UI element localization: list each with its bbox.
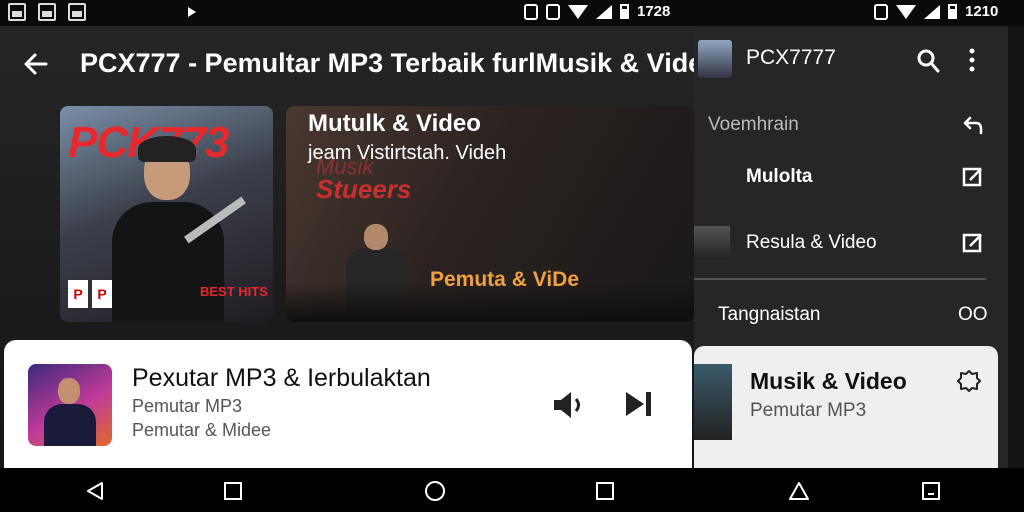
status-bar: 1728 1210: [0, 0, 1024, 26]
recents-nav-icon-2[interactable]: [594, 480, 616, 502]
gallery-notification-icon: [8, 3, 26, 21]
now-playing-subtitle: Pemutar MP3: [132, 396, 243, 416]
undo-icon[interactable]: [962, 114, 984, 136]
settings-icon[interactable]: [956, 368, 982, 394]
artist-hat: [138, 136, 196, 162]
screen: 1728 1210 PCX777 - Pemultar MP3 Terbaik …: [0, 0, 1024, 512]
status-indicators-main: 1728: [524, 3, 670, 20]
feature-caption: Pemuta & ViDe: [430, 268, 579, 291]
side-item-thumbnail: [694, 226, 730, 260]
open-external-icon[interactable]: [962, 232, 984, 254]
divider: [694, 278, 986, 280]
side-item[interactable]: Tangnaistan OO: [694, 294, 1008, 334]
side-card-title: Musik & Video: [750, 368, 907, 394]
now-playing-title: Pexutar MP3 & Ierbulaktan: [132, 364, 431, 392]
side-panel-title: PCX7777: [746, 46, 836, 69]
wifi-icon: [896, 4, 916, 19]
feature-subtitle: jeam Vistirtstah. Videh: [308, 142, 507, 164]
page-title: PCX777 - Pemultar MP3 Terbaik furlMusik …: [80, 48, 694, 78]
search-icon[interactable]: [916, 48, 940, 74]
poster-text: Stueers: [316, 174, 412, 204]
play-notification-icon: [188, 7, 196, 17]
side-card-subtitle: Pemutar MP3: [750, 400, 867, 421]
window-nav-icon[interactable]: [920, 480, 942, 502]
shield-icon: [874, 3, 888, 20]
navigation-bar: [0, 468, 1024, 512]
side-item-label: Mulolta: [746, 166, 813, 187]
side-item[interactable]: Voemhrain: [694, 104, 1008, 144]
avatar: [698, 40, 732, 78]
side-card-art: [694, 364, 732, 440]
now-playing-art: [28, 364, 112, 446]
nfc-icon: [524, 3, 538, 20]
side-item[interactable]: Mulolta: [694, 156, 1008, 196]
side-panel: PCX7777 Voemhrain Mulolta Resula & Video: [694, 26, 1008, 468]
status-indicators-side: 1210: [874, 3, 998, 20]
back-arrow-icon[interactable]: [22, 50, 50, 78]
album-badge: P: [92, 280, 112, 308]
status-time-side: 1210: [965, 3, 999, 20]
feature-card[interactable]: Musik Stueers Mutulk & Video jeam Vistir…: [286, 106, 694, 322]
app-notification-icon: [68, 3, 86, 21]
art-head: [58, 378, 80, 404]
recents-nav-icon[interactable]: [222, 480, 244, 502]
side-item-label: Resula & Video: [746, 232, 877, 253]
side-item-label: Voemhrain: [708, 114, 799, 135]
side-media-card[interactable]: Musik & Video Pemutar MP3: [694, 346, 998, 468]
side-item-value: OO: [958, 304, 988, 325]
open-external-icon[interactable]: [962, 166, 984, 188]
status-notifications: [8, 3, 196, 21]
mini-player[interactable]: Pexutar MP3 & Ierbulaktan Pemutar MP3 Pe…: [4, 340, 692, 470]
volume-icon[interactable]: [552, 390, 586, 420]
side-item-label: Tangnaistan: [718, 304, 821, 325]
album-badge: P: [68, 280, 88, 308]
home-nav-icon[interactable]: [424, 480, 446, 502]
image-notification-icon: [38, 3, 56, 21]
now-playing-subtitle-2: Pemutar & Midee: [132, 420, 272, 440]
art-figure: [44, 404, 96, 446]
performer-head: [364, 224, 388, 250]
side-item[interactable]: Resula & Video: [694, 222, 1008, 262]
screen-edge: [1008, 26, 1024, 468]
battery-icon: [620, 4, 629, 19]
vibrate-icon: [546, 3, 560, 20]
signal-icon: [596, 4, 612, 19]
home-nav-icon-2[interactable]: [788, 480, 810, 502]
feature-title: Mutulk & Video: [308, 110, 481, 137]
wifi-icon: [568, 4, 588, 19]
more-vertical-icon[interactable]: [968, 48, 976, 72]
album-badges: P P: [68, 280, 112, 308]
album-art-subtitle: BEST HITS: [200, 284, 268, 299]
app-bar: PCX777 - Pemultar MP3 Terbaik furlMusik …: [0, 26, 694, 102]
signal-icon: [924, 4, 940, 19]
main-panel: PCX777 - Pemultar MP3 Terbaik furlMusik …: [0, 26, 694, 470]
skip-next-icon[interactable]: [624, 390, 654, 418]
status-time: 1728: [637, 3, 671, 20]
back-nav-icon[interactable]: [84, 480, 106, 502]
album-card[interactable]: PCK773 P P BEST HITS: [60, 106, 273, 322]
battery-icon: [948, 4, 957, 19]
